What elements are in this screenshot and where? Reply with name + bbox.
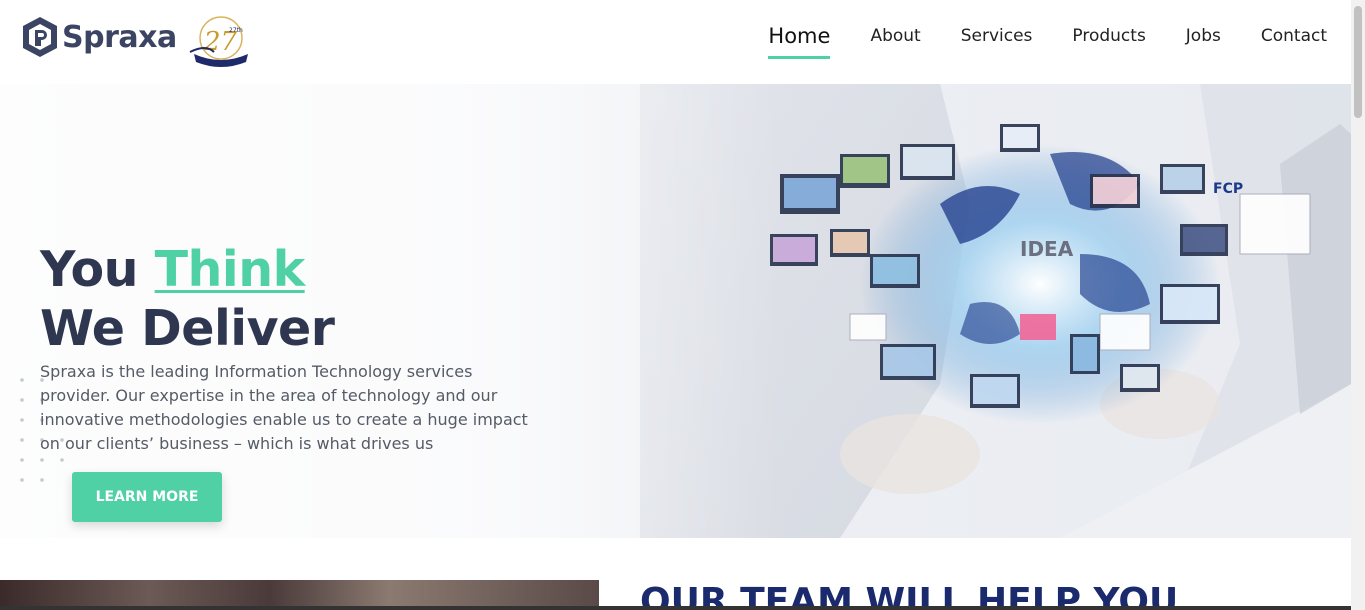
spraxa-logo-icon [23, 17, 57, 57]
anniversary-badge-icon: 27 27th [189, 16, 248, 67]
main-nav: Home About Services Products Jobs Contac… [728, 24, 1327, 59]
hero-art-idea-label: IDEA [1020, 237, 1074, 261]
nav-item-contact[interactable]: Contact [1261, 26, 1327, 59]
headline-line-2: We Deliver [40, 300, 335, 357]
anniversary-badge-text: 27th [229, 27, 243, 34]
page-bottom-edge [0, 606, 1351, 610]
nav-item-home[interactable]: Home [768, 24, 831, 59]
hero-description: Spraxa is the leading Information Techno… [40, 362, 528, 453]
nav-item-services[interactable]: Services [961, 26, 1033, 59]
site-header: Spraxa 27 27th Home About Services Produ… [0, 0, 1351, 84]
headline-line-1: You Think [40, 240, 334, 299]
nav-item-jobs[interactable]: Jobs [1186, 26, 1221, 59]
nav-item-about[interactable]: About [870, 26, 920, 59]
brand-name: Spraxa [62, 19, 177, 55]
brand-logo[interactable]: Spraxa [22, 16, 177, 58]
headline-accent-word: Think [154, 241, 306, 298]
hero-art-fcp-label: FCP [1213, 181, 1243, 197]
hero-headline: You Think We Deliver [40, 240, 335, 358]
scrollbar-thumb[interactable] [1354, 6, 1362, 118]
nav-item-products[interactable]: Products [1072, 26, 1145, 59]
page-scrollbar[interactable] [1351, 0, 1365, 610]
learn-more-button[interactable]: LEARN MORE [72, 472, 222, 522]
headline-prefix: You [40, 241, 139, 298]
